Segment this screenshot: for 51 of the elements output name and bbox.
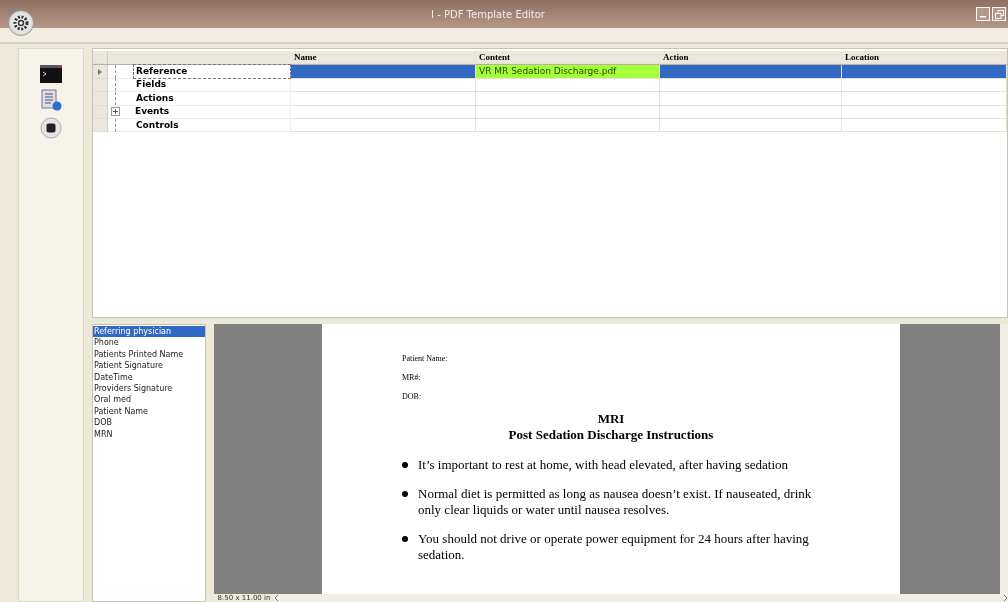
field-list-item[interactable]: Patient Signature <box>93 360 205 372</box>
field-list-item[interactable]: Providers Signature <box>93 382 205 395</box>
script-help-icon[interactable] <box>40 89 62 111</box>
grid-row[interactable]: Actions <box>93 92 1007 106</box>
grid-row[interactable]: Events <box>93 105 1007 119</box>
form-field-label: MR#: <box>402 373 422 382</box>
instruction-text: It’s important to rest at home, with head elevated, after having sedation <box>418 457 789 473</box>
tree-node-label: Controls <box>135 118 180 132</box>
horizontal-scrollbar[interactable] <box>274 594 1008 602</box>
expand-icon[interactable] <box>111 107 120 117</box>
bullet-icon <box>402 491 408 497</box>
tree-node-label: Actions <box>135 91 175 105</box>
window-title: I - PDF Template Editor <box>430 8 546 20</box>
document-subtitle: Post Sedation Discharge Instructions <box>507 427 715 443</box>
column-header[interactable]: Location <box>842 51 1007 65</box>
grid-row[interactable]: Fields <box>93 78 1007 93</box>
field-list-item[interactable]: Phone <box>93 337 205 349</box>
row-pointer-icon <box>98 68 102 75</box>
bullet-icon <box>402 462 408 468</box>
field-list-item[interactable]: MRN <box>93 428 205 440</box>
form-field-label: Patient Name: <box>402 354 449 363</box>
restore-icon <box>994 9 1004 19</box>
stop-icon[interactable] <box>40 117 62 139</box>
restore-button[interactable] <box>992 7 1006 21</box>
gear-icon[interactable] <box>8 10 34 36</box>
field-list-item[interactable]: DateTime <box>93 371 205 383</box>
column-header[interactable]: Content <box>476 51 660 65</box>
field-list-item[interactable]: Patients Printed Name <box>93 348 205 361</box>
field-list-item[interactable]: Patient Name <box>93 405 205 418</box>
scroll-left-icon[interactable] <box>274 595 280 601</box>
field-list-item[interactable]: DOB <box>93 417 205 429</box>
tree-node-label: Fields <box>135 78 168 92</box>
grid-row[interactable]: Controls <box>93 118 1007 133</box>
tree-node-label: Reference <box>134 65 290 79</box>
instruction-text: You should not drive or operate power equipment for 24 hours after having sedation. <box>418 531 810 563</box>
bullet-icon <box>402 536 408 542</box>
grid-cell: VR MR Sedation Discharge.pdf <box>476 65 660 79</box>
vertical-scrollbar[interactable] <box>1000 324 1008 594</box>
tree-node-label: Events <box>134 105 171 119</box>
column-header[interactable]: Action <box>660 51 842 65</box>
console-icon[interactable] <box>40 65 62 83</box>
scroll-right-icon[interactable] <box>1002 595 1008 601</box>
minimize-button[interactable] <box>976 7 990 21</box>
document-title: MRI <box>596 411 626 427</box>
instruction-text: Normal diet is permitted as long as nausea doesn’t exist. If nauseated, drink only clear liquids or water until nausea resolves. <box>418 486 813 518</box>
field-list-item[interactable]: Oral med <box>93 394 205 406</box>
form-field-label: DOB: <box>402 392 423 401</box>
column-header[interactable]: Name <box>291 51 476 65</box>
field-list-item[interactable]: Referring physician <box>93 326 205 338</box>
row-header[interactable] <box>93 65 108 79</box>
grid-row[interactable]: Reference VR MR Sedation Discharge.pdf <box>93 65 1007 79</box>
